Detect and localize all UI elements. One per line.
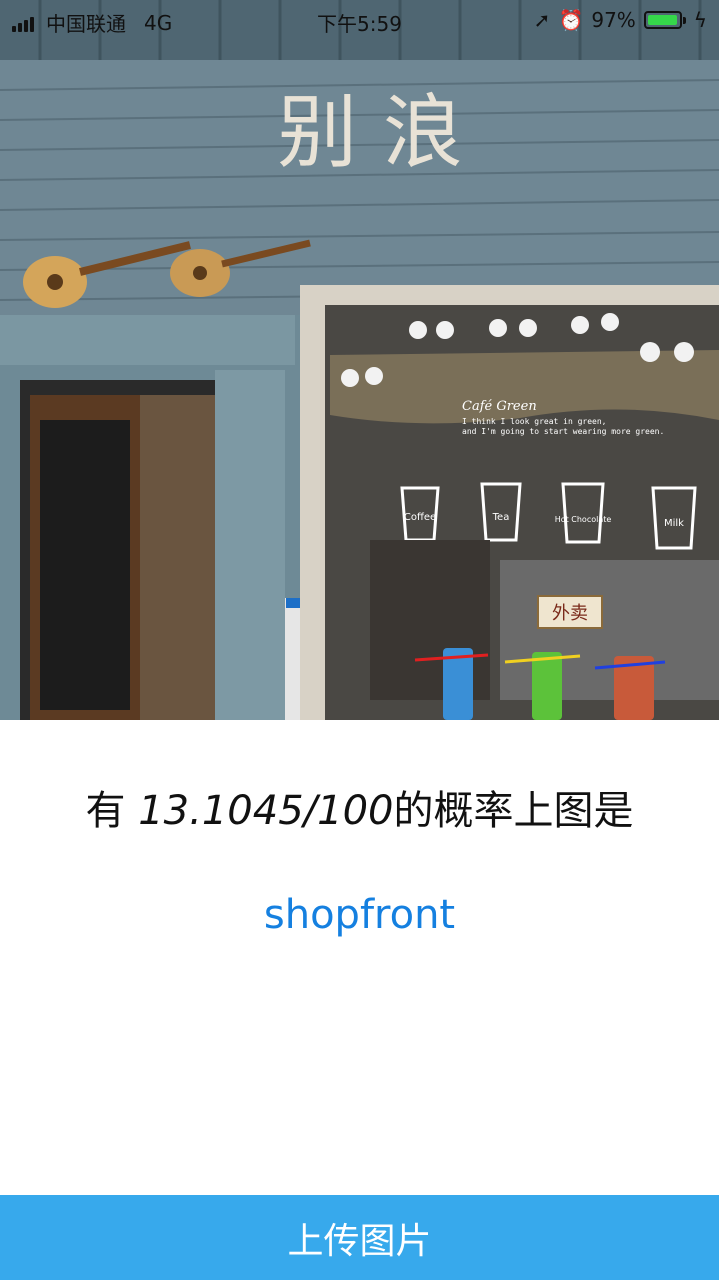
cup-label-milk: Milk	[664, 518, 684, 529]
probability-suffix: 的概率上图是	[393, 788, 634, 834]
result-image: 别 浪 Café Green I think I look great in g…	[0, 0, 719, 720]
probability-value: 13.1045/100	[138, 788, 394, 834]
alarm-icon: ⏰	[558, 8, 584, 32]
cup-label-hot-chocolate: Hot Chocolate	[555, 515, 612, 524]
location-icon: ➚	[533, 8, 551, 32]
cup-label-coffee: Coffee	[404, 512, 436, 523]
status-bar: 中国联通 4G 下午5:59 ➚ ⏰ 97% ϟ	[0, 0, 719, 40]
upload-image-button[interactable]: 上传图片	[0, 1195, 719, 1280]
cup-label-tea: Tea	[492, 512, 510, 523]
drink-bottles	[414, 648, 666, 720]
classification-label: shopfront	[263, 892, 456, 938]
shopfront-photo: 别 浪 Café Green I think I look great in g…	[0, 0, 719, 720]
charging-icon: ϟ	[693, 8, 707, 32]
hanging-sign-text: 外卖	[552, 603, 588, 624]
probability-text: 有 13.1045/100的概率上图是	[0, 778, 719, 836]
window-heading: Café Green	[462, 399, 537, 414]
sign-text: 别 浪	[277, 86, 462, 179]
window-line-1: I think I look great in green,	[462, 417, 607, 426]
battery-percent: 97%	[591, 8, 636, 32]
probability-prefix: 有	[85, 788, 139, 834]
battery-icon	[643, 11, 686, 29]
window-line-2: and I'm going to start wearing more gree…	[462, 427, 664, 436]
